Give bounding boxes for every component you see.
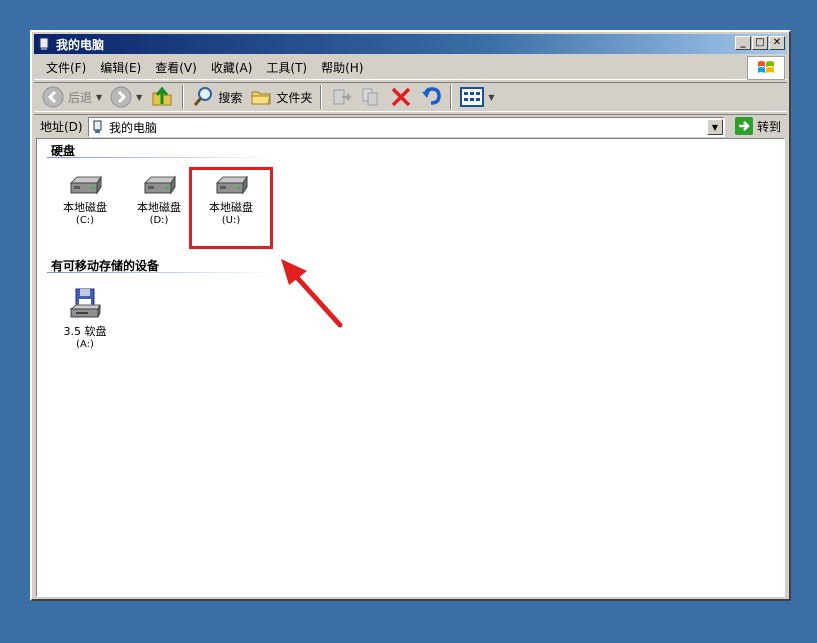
group-divider xyxy=(47,157,277,158)
go-button[interactable]: 转到 xyxy=(734,117,781,135)
views-icon xyxy=(460,87,485,107)
watermark-brand: Bai du 经验 xyxy=(622,533,764,561)
move-to-button[interactable] xyxy=(326,84,356,110)
drive-label: 本地磁盘 xyxy=(137,201,181,214)
address-label: 地址(D) xyxy=(40,120,83,134)
hard-drive-icon xyxy=(69,175,102,195)
search-icon xyxy=(194,87,213,106)
watermark-url: jingyan.baidu.com xyxy=(625,562,764,580)
menu-favorites[interactable]: 收藏(A) xyxy=(205,57,261,78)
drive-letter: (C:) xyxy=(75,215,95,226)
toolbar-separator xyxy=(182,85,185,109)
views-button[interactable]: ▼ xyxy=(456,84,498,110)
up-folder-button[interactable] xyxy=(146,84,178,110)
watermark: Bai du 经验 jingyan.baidu.com xyxy=(622,527,764,580)
search-label: 搜索 xyxy=(218,90,243,105)
go-label: 转到 xyxy=(756,119,781,134)
back-arrow-icon xyxy=(42,86,64,108)
forward-arrow-icon xyxy=(110,86,132,108)
back-label: 后退 xyxy=(68,90,93,105)
menu-edit[interactable]: 编辑(E) xyxy=(94,57,149,78)
menu-file[interactable]: 文件(F) xyxy=(40,57,94,78)
menu-tools[interactable]: 工具(T) xyxy=(260,57,315,78)
floppy-drive-icon xyxy=(69,288,101,318)
drive-d[interactable]: 本地磁盘 (D:) xyxy=(127,175,191,227)
move-to-icon xyxy=(333,89,352,105)
address-input[interactable]: 我的电脑 ▼ xyxy=(88,117,725,137)
folders-label: 文件夹 xyxy=(276,90,313,105)
address-bar: 地址(D) 我的电脑 ▼ 转到 xyxy=(34,114,787,138)
drive-letter: (A:) xyxy=(76,339,94,350)
drive-a-floppy[interactable]: 3.5 软盘 (A:) xyxy=(53,287,117,351)
copy-to-button[interactable] xyxy=(356,84,386,110)
group-divider xyxy=(47,272,277,273)
close-button[interactable]: ✕ xyxy=(769,36,785,50)
views-dropdown-icon[interactable]: ▼ xyxy=(488,93,494,102)
toolbar-separator xyxy=(320,85,323,109)
up-folder-icon xyxy=(152,86,172,106)
folder-icon xyxy=(251,91,271,105)
hard-drive-icon xyxy=(143,175,176,195)
search-button[interactable]: 搜索 xyxy=(188,84,246,110)
back-button[interactable]: 后退 ▼ xyxy=(38,84,106,110)
delete-x-icon xyxy=(392,87,411,107)
file-view: 硬盘 本地磁盘 (C:) 本地磁盘 (D:) 本地磁盘 (U:) 有可移动存储的… xyxy=(36,138,785,597)
windows-logo-icon xyxy=(747,56,785,80)
drive-label: 本地磁盘 xyxy=(63,201,107,214)
address-value: 我的电脑 xyxy=(109,120,158,135)
back-dropdown-icon[interactable]: ▼ xyxy=(96,93,102,102)
maximize-button[interactable]: □ xyxy=(752,36,768,50)
forward-button[interactable]: ▼ xyxy=(106,84,146,110)
undo-button[interactable] xyxy=(416,84,446,110)
menu-help[interactable]: 帮助(H) xyxy=(315,57,371,78)
minimize-button[interactable]: _ xyxy=(735,36,751,50)
drive-letter: (D:) xyxy=(149,215,169,226)
go-arrow-icon xyxy=(734,117,753,135)
toolbar-separator xyxy=(450,85,453,109)
undo-icon xyxy=(422,87,442,105)
menu-bar: 文件(F) 编辑(E) 查看(V) 收藏(A) 工具(T) 帮助(H) xyxy=(34,56,787,80)
my-computer-icon xyxy=(93,120,102,133)
delete-button[interactable] xyxy=(386,84,416,110)
annotation-highlight-box xyxy=(189,167,273,249)
explorer-window: 我的电脑 _ □ ✕ 文件(F) 编辑(E) 查看(V) 收藏(A) 工具(T)… xyxy=(30,30,791,601)
annotation-arrow-icon xyxy=(281,259,343,328)
forward-dropdown-icon[interactable]: ▼ xyxy=(136,93,142,102)
folders-button[interactable]: 文件夹 xyxy=(246,84,316,110)
standard-toolbar: 后退 ▼ ▼ 搜索 文件夹 ▼ xyxy=(34,82,787,112)
drive-c[interactable]: 本地磁盘 (C:) xyxy=(53,175,117,227)
my-computer-icon xyxy=(39,37,49,50)
address-dropdown-button[interactable]: ▼ xyxy=(707,119,723,135)
drive-label: 3.5 软盘 xyxy=(63,325,107,338)
copy-to-icon xyxy=(362,88,378,106)
menu-view[interactable]: 查看(V) xyxy=(149,57,205,78)
window-title: 我的电脑 xyxy=(56,37,105,52)
title-bar[interactable]: 我的电脑 _ □ ✕ xyxy=(34,34,787,54)
